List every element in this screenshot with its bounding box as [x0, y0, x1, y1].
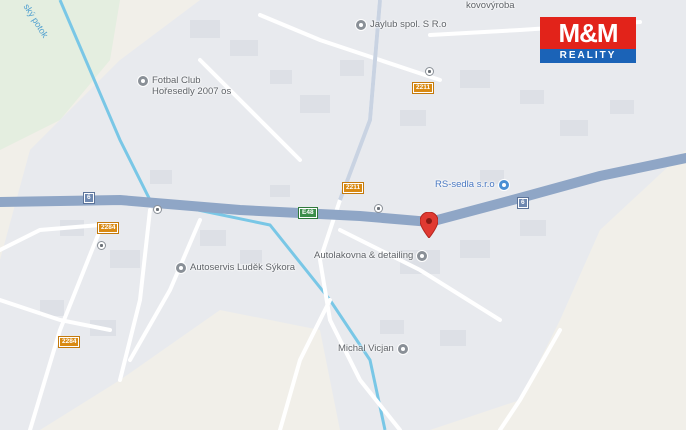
bus-stop-icon[interactable] [153, 205, 162, 214]
place-pin-icon [175, 262, 187, 274]
mm-reality-logo: M&M REALITY [540, 17, 636, 63]
shop-pin-icon [497, 179, 510, 191]
road-shield-6: 6 [83, 192, 95, 204]
poi-autolakovna[interactable]: Autolakovna & detailing [314, 250, 429, 262]
road-shield-e48: E48 [298, 207, 318, 219]
location-marker-icon[interactable] [420, 212, 438, 238]
poi-michal-vicjan[interactable]: Michal Vicjan [338, 343, 409, 355]
poi-label: Michal Vicjan [338, 343, 394, 354]
road-shield-2284: 2284 [96, 222, 120, 234]
poi-label: Autoservis Luděk Sýkora [190, 262, 296, 273]
poi-label: RS-sedla s.r.o [435, 179, 495, 190]
poi-autoservis[interactable]: Autoservis Luděk Sýkora [175, 262, 295, 274]
logo-wordmark: REALITY [540, 49, 636, 63]
bus-stop-icon[interactable] [425, 67, 434, 76]
place-pin-icon [355, 19, 367, 31]
poi-label: Autolakovna & detailing [314, 250, 414, 261]
road-shield-2211: 2211 [341, 182, 365, 194]
map-view[interactable]: ský potok Jaylub spol. S R.o kovovýroba … [0, 0, 686, 430]
poi-label: kovovýroba [466, 0, 515, 11]
poi-label: Fotbal Club Hořesedly 2007 os [152, 75, 232, 97]
place-pin-icon [416, 250, 429, 262]
bus-stop-icon[interactable] [374, 204, 383, 213]
bus-stop-icon[interactable] [97, 241, 106, 250]
poi-fotbal-club[interactable]: Fotbal Club Hořesedly 2007 os [137, 75, 231, 97]
poi-label: Jaylub spol. S R.o [370, 19, 447, 30]
road-shield-2284: 2284 [57, 336, 81, 348]
map-base-layer [0, 0, 686, 430]
poi-rs-sedla[interactable]: RS-sedla s.r.o [435, 179, 510, 191]
logo-mark: M&M [540, 17, 636, 49]
poi-jaylub[interactable]: Jaylub spol. S R.o [355, 19, 447, 31]
road-shield-6: 6 [517, 197, 529, 209]
place-pin-icon [137, 75, 149, 87]
poi-kovovyroba[interactable]: kovovýroba [466, 0, 515, 11]
road-shield-2211: 2211 [411, 82, 435, 94]
place-pin-icon [396, 343, 409, 355]
